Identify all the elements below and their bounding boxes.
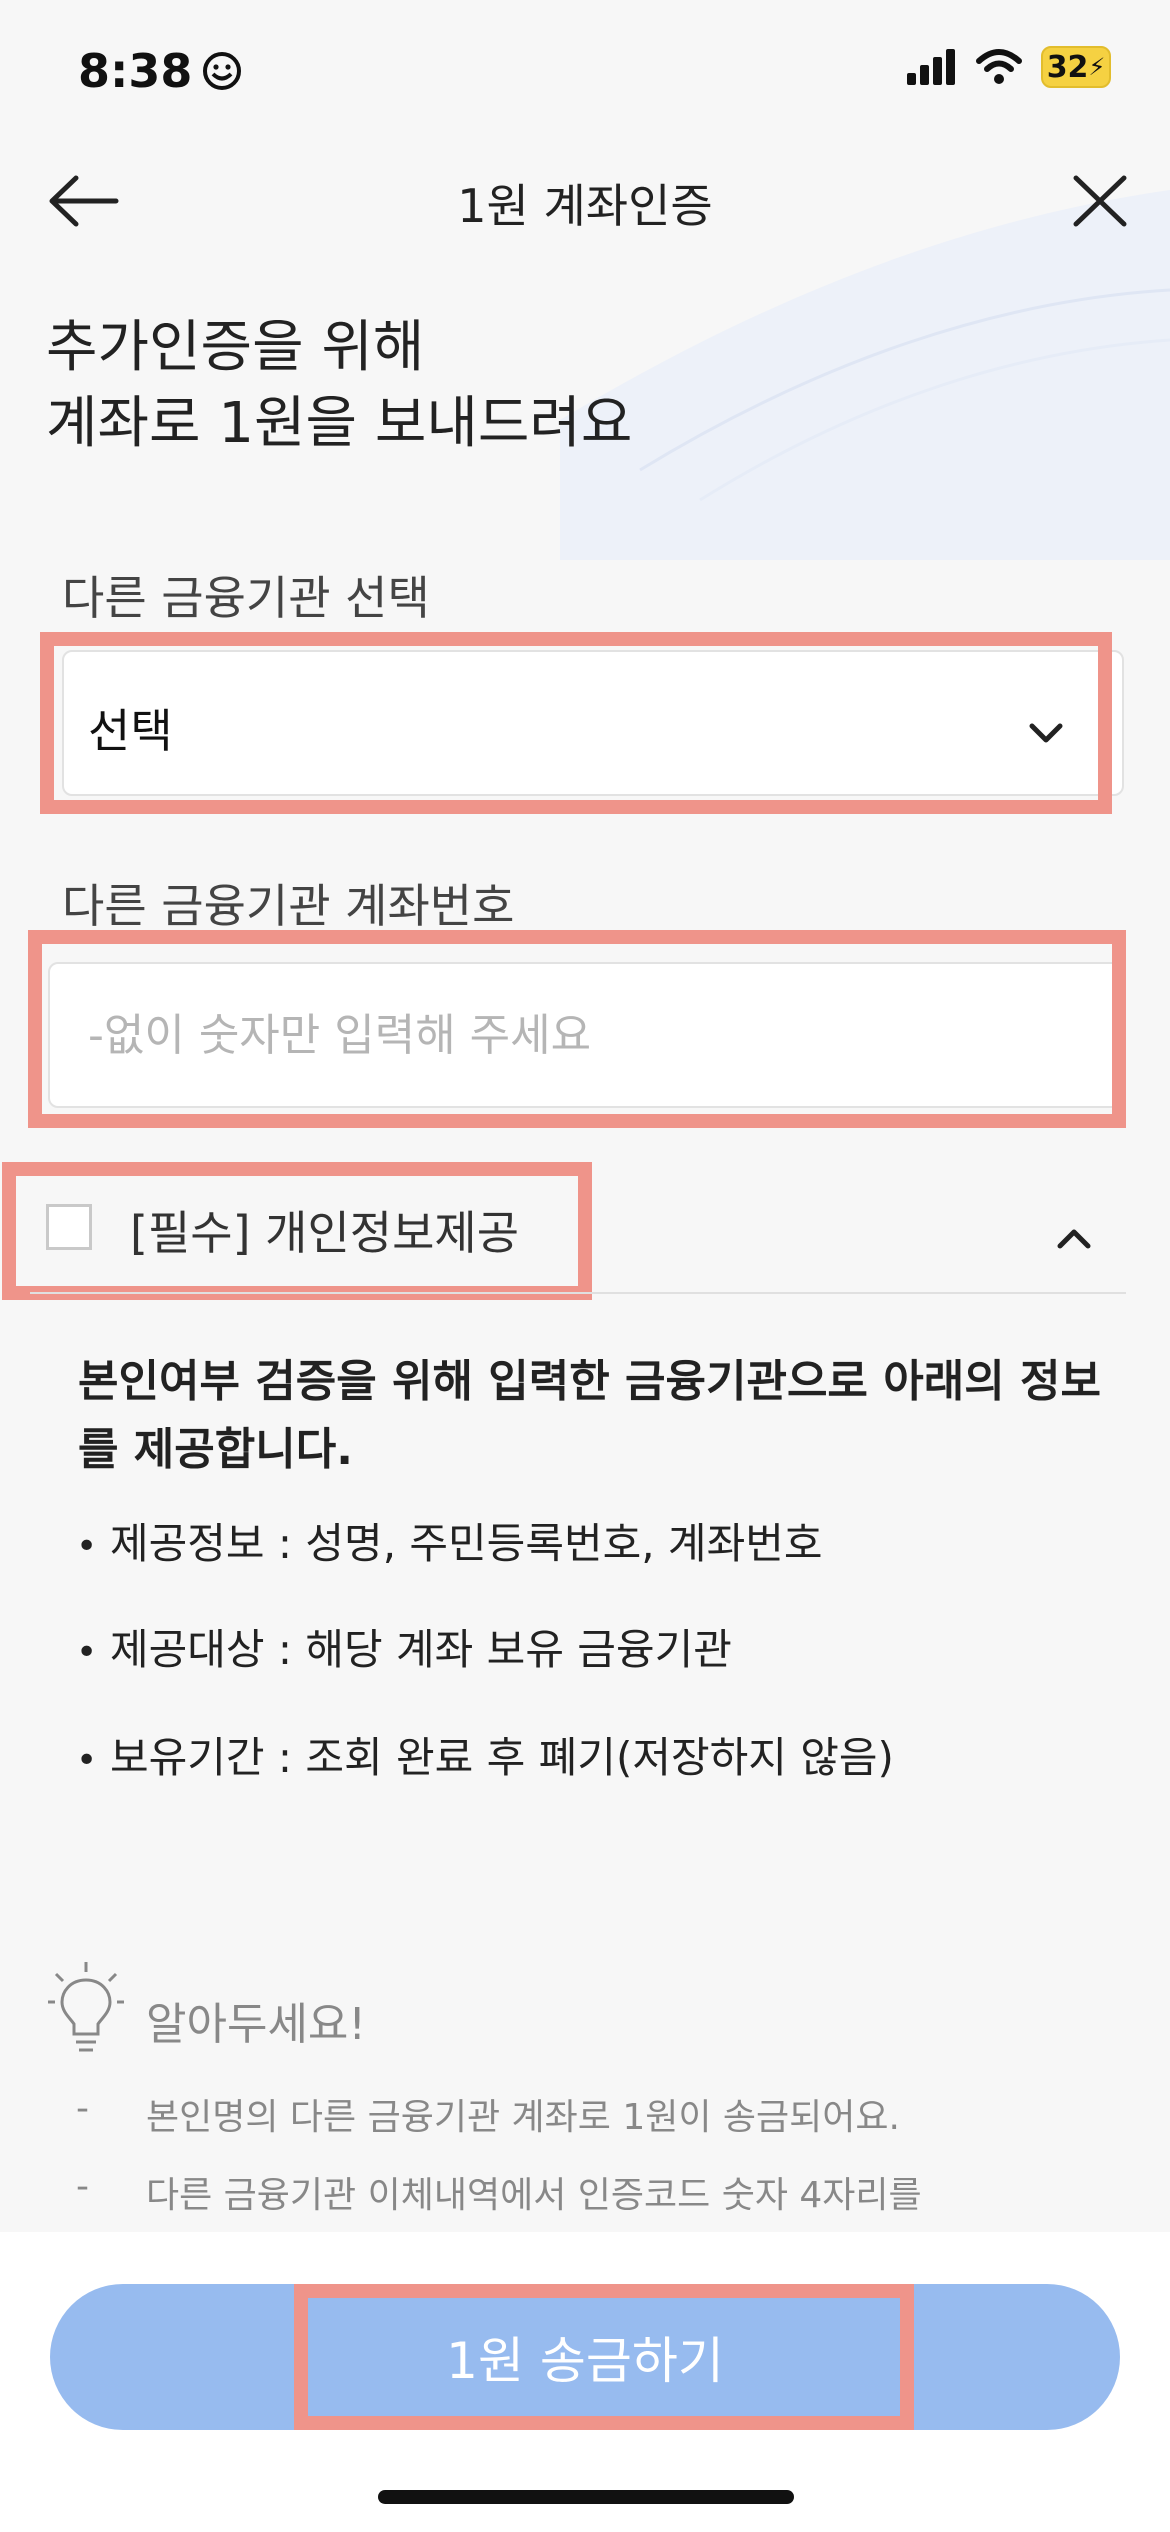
tip-item: - 본인명의 다른 금융기관 계좌로 1원이 송금되어요. — [76, 2088, 900, 2138]
list-item-text: 보유기간 : 조회 완료 후 폐기(저장하지 않음) — [110, 1733, 894, 1782]
tip-item: - 다른 금융기관 이체내역에서 인증코드 숫자 4자리를 — [76, 2166, 922, 2216]
status-time: 8:38 — [78, 44, 242, 98]
tip-item-text: 다른 금융기관 이체내역에서 인증코드 숫자 4자리를 — [146, 2175, 922, 2216]
list-item: • 제공대상 : 해당 계좌 보유 금융기관 — [76, 1616, 732, 1677]
highlight-consent — [2, 1162, 592, 1300]
lightbulb-icon — [48, 1962, 124, 2052]
tip-item-text: 본인명의 다른 금융기관 계좌로 1원이 송금되어요. — [146, 2097, 900, 2138]
list-item: • 제공정보 : 성명, 주민등록번호, 계좌번호 — [76, 1510, 823, 1571]
highlight-cta — [294, 2284, 914, 2430]
tips-title: 알아두세요! — [146, 1999, 367, 2050]
list-item: • 보유기간 : 조회 완료 후 폐기(저장하지 않음) — [76, 1724, 894, 1785]
close-icon[interactable] — [1060, 168, 1140, 234]
wifi-icon — [976, 49, 1022, 84]
status-indicators: 32 ⚡ — [905, 46, 1111, 88]
list-item-text: 제공정보 : 성명, 주민등록번호, 계좌번호 — [110, 1519, 823, 1568]
home-indicator — [378, 2490, 794, 2504]
charging-bolt-icon: ⚡ — [1088, 53, 1106, 81]
page-title: 1원 계좌인증 — [457, 179, 713, 233]
account-number-label: 다른 금융기관 계좌번호 — [62, 879, 515, 933]
chevron-up-icon[interactable] — [1052, 1218, 1096, 1262]
battery-indicator: 32 ⚡ — [1041, 46, 1111, 88]
divider — [30, 1292, 1126, 1294]
bank-select-label: 다른 금융기관 선택 — [62, 571, 430, 625]
highlight-bank-select — [40, 632, 1112, 814]
list-item-text: 제공대상 : 해당 계좌 보유 금융기관 — [110, 1625, 732, 1674]
highlight-account-input — [28, 930, 1126, 1128]
smiley-icon — [203, 52, 242, 90]
consent-description: 본인여부 검증을 위해 입력한 금융기관으로 아래의 정보를 제공합니다. — [78, 1356, 1101, 1475]
cellular-signal-icon — [907, 49, 955, 85]
headline: 추가인증을 위해 계좌로 1원을 보내드려요 — [46, 315, 633, 456]
